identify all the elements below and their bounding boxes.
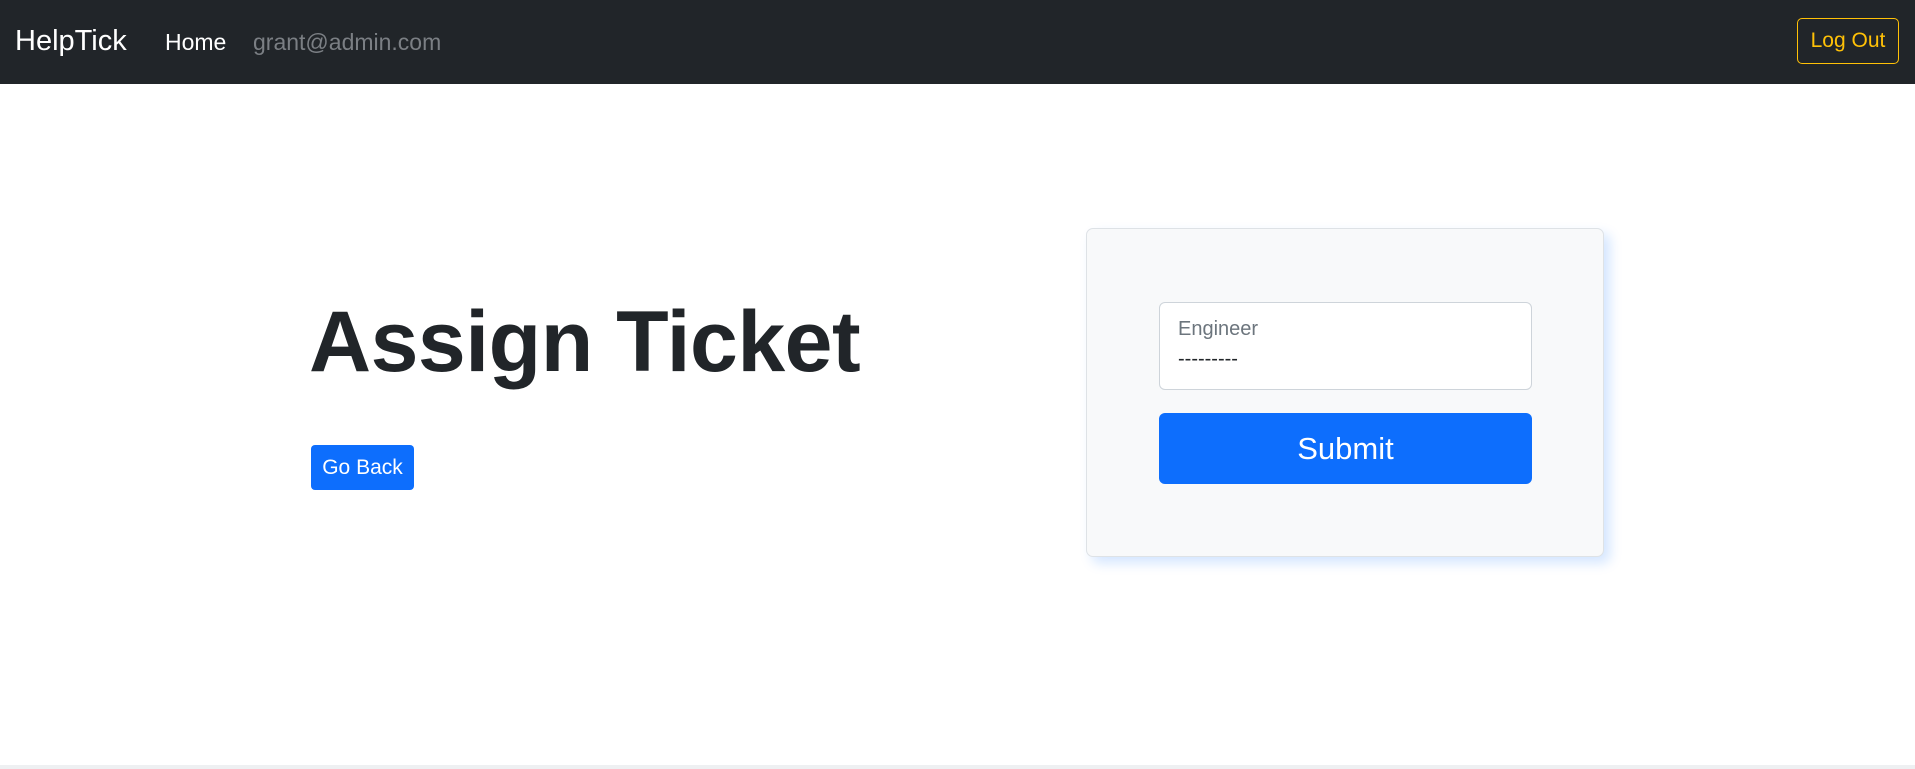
engineer-select[interactable]: Engineer ---------: [1159, 302, 1532, 390]
user-email: grant@admin.com: [253, 29, 442, 55]
nav-link-home[interactable]: Home: [165, 29, 226, 57]
assign-form-card: Engineer --------- Submit: [1086, 228, 1604, 557]
logout-button[interactable]: Log Out: [1797, 18, 1899, 64]
engineer-select-value: ---------: [1178, 348, 1238, 370]
go-back-button[interactable]: Go Back: [311, 445, 414, 490]
engineer-select-label: Engineer: [1178, 318, 1259, 340]
page-title: Assign Ticket: [309, 294, 861, 390]
submit-button[interactable]: Submit: [1159, 413, 1532, 484]
brand-logo[interactable]: HelpTick: [15, 24, 127, 59]
footer-divider: [0, 765, 1915, 769]
top-navbar: HelpTick Home grant@admin.com Log Out: [0, 0, 1915, 84]
